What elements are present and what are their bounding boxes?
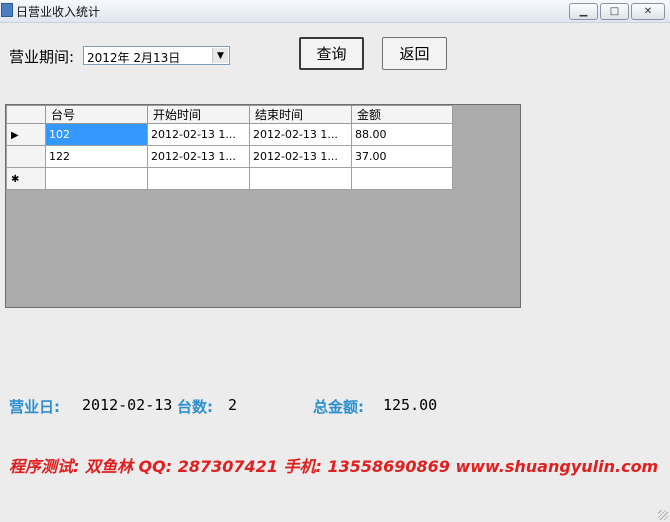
grid-header-row: 台号 开始时间 结束时间 金额 — [6, 105, 453, 124]
minimize-button[interactable]: ▁ — [569, 3, 598, 20]
grid-cell[interactable]: 2012-02-13 1... — [249, 145, 352, 168]
grid-cell[interactable] — [351, 167, 453, 190]
table-count-value: 2 — [228, 396, 238, 414]
grid-cell[interactable]: 2012-02-13 1... — [249, 123, 352, 146]
title-bar: 日营业收入统计 ▁ □ ✕ — [0, 0, 670, 23]
row-header[interactable] — [6, 145, 46, 168]
grid-cell[interactable]: 2012-02-13 1... — [147, 123, 250, 146]
new-row[interactable]: ✱ — [6, 167, 453, 190]
table-row[interactable]: 122 2012-02-13 1... 2012-02-13 1... 37.0… — [6, 145, 453, 168]
grid-cell[interactable]: 102 — [45, 123, 148, 146]
period-label: 营业期间: — [9, 48, 75, 66]
app-icon — [1, 3, 13, 17]
total-amount-value: 125.00 — [383, 396, 438, 414]
new-row-asterisk-icon: ✱ — [11, 174, 20, 185]
grid-cell[interactable]: 122 — [45, 145, 148, 168]
chevron-down-icon[interactable]: ▼ — [212, 48, 228, 63]
date-value: 2012年 2月13日 — [87, 51, 181, 65]
resize-grip-icon[interactable] — [658, 510, 668, 520]
close-button[interactable]: ✕ — [631, 3, 665, 20]
data-grid[interactable]: 台号 开始时间 结束时间 金额 ▶ 102 2012-02-13 1... 20… — [5, 104, 521, 308]
credit-text: 程序测试: 双鱼林 QQ: 287307421 手机: 13558690869 … — [9, 457, 659, 476]
grid-cell[interactable] — [45, 167, 148, 190]
date-picker[interactable]: 2012年 2月13日 ▼ — [83, 46, 230, 65]
close-icon: ✕ — [643, 5, 653, 17]
grid-cell[interactable]: 88.00 — [351, 123, 453, 146]
column-header-end-time[interactable]: 结束时间 — [249, 105, 352, 124]
window-title: 日营业收入统计 — [16, 5, 101, 19]
back-button[interactable]: 返回 — [382, 37, 447, 70]
column-header-table-no[interactable]: 台号 — [45, 105, 148, 124]
row-header[interactable]: ✱ — [6, 167, 46, 190]
grid-cell[interactable] — [249, 167, 352, 190]
maximize-icon: □ — [609, 5, 620, 17]
grid-cell[interactable] — [147, 167, 250, 190]
row-header[interactable]: ▶ — [6, 123, 46, 146]
grid-cell[interactable]: 2012-02-13 1... — [147, 145, 250, 168]
grid-cell[interactable]: 37.00 — [351, 145, 453, 168]
table-row[interactable]: ▶ 102 2012-02-13 1... 2012-02-13 1... 88… — [6, 123, 453, 146]
business-day-label: 营业日: — [9, 398, 60, 416]
total-amount-label: 总金额: — [313, 398, 364, 416]
query-button[interactable]: 查询 — [299, 37, 364, 70]
column-header-start-time[interactable]: 开始时间 — [147, 105, 250, 124]
corner-header[interactable] — [6, 105, 46, 124]
column-header-amount[interactable]: 金额 — [351, 105, 453, 124]
business-day-value: 2012-02-13 — [82, 396, 173, 414]
current-row-arrow-icon: ▶ — [11, 130, 19, 141]
table-count-label: 台数: — [177, 398, 213, 416]
minimize-icon: ▁ — [579, 5, 588, 17]
maximize-button[interactable]: □ — [600, 3, 629, 20]
